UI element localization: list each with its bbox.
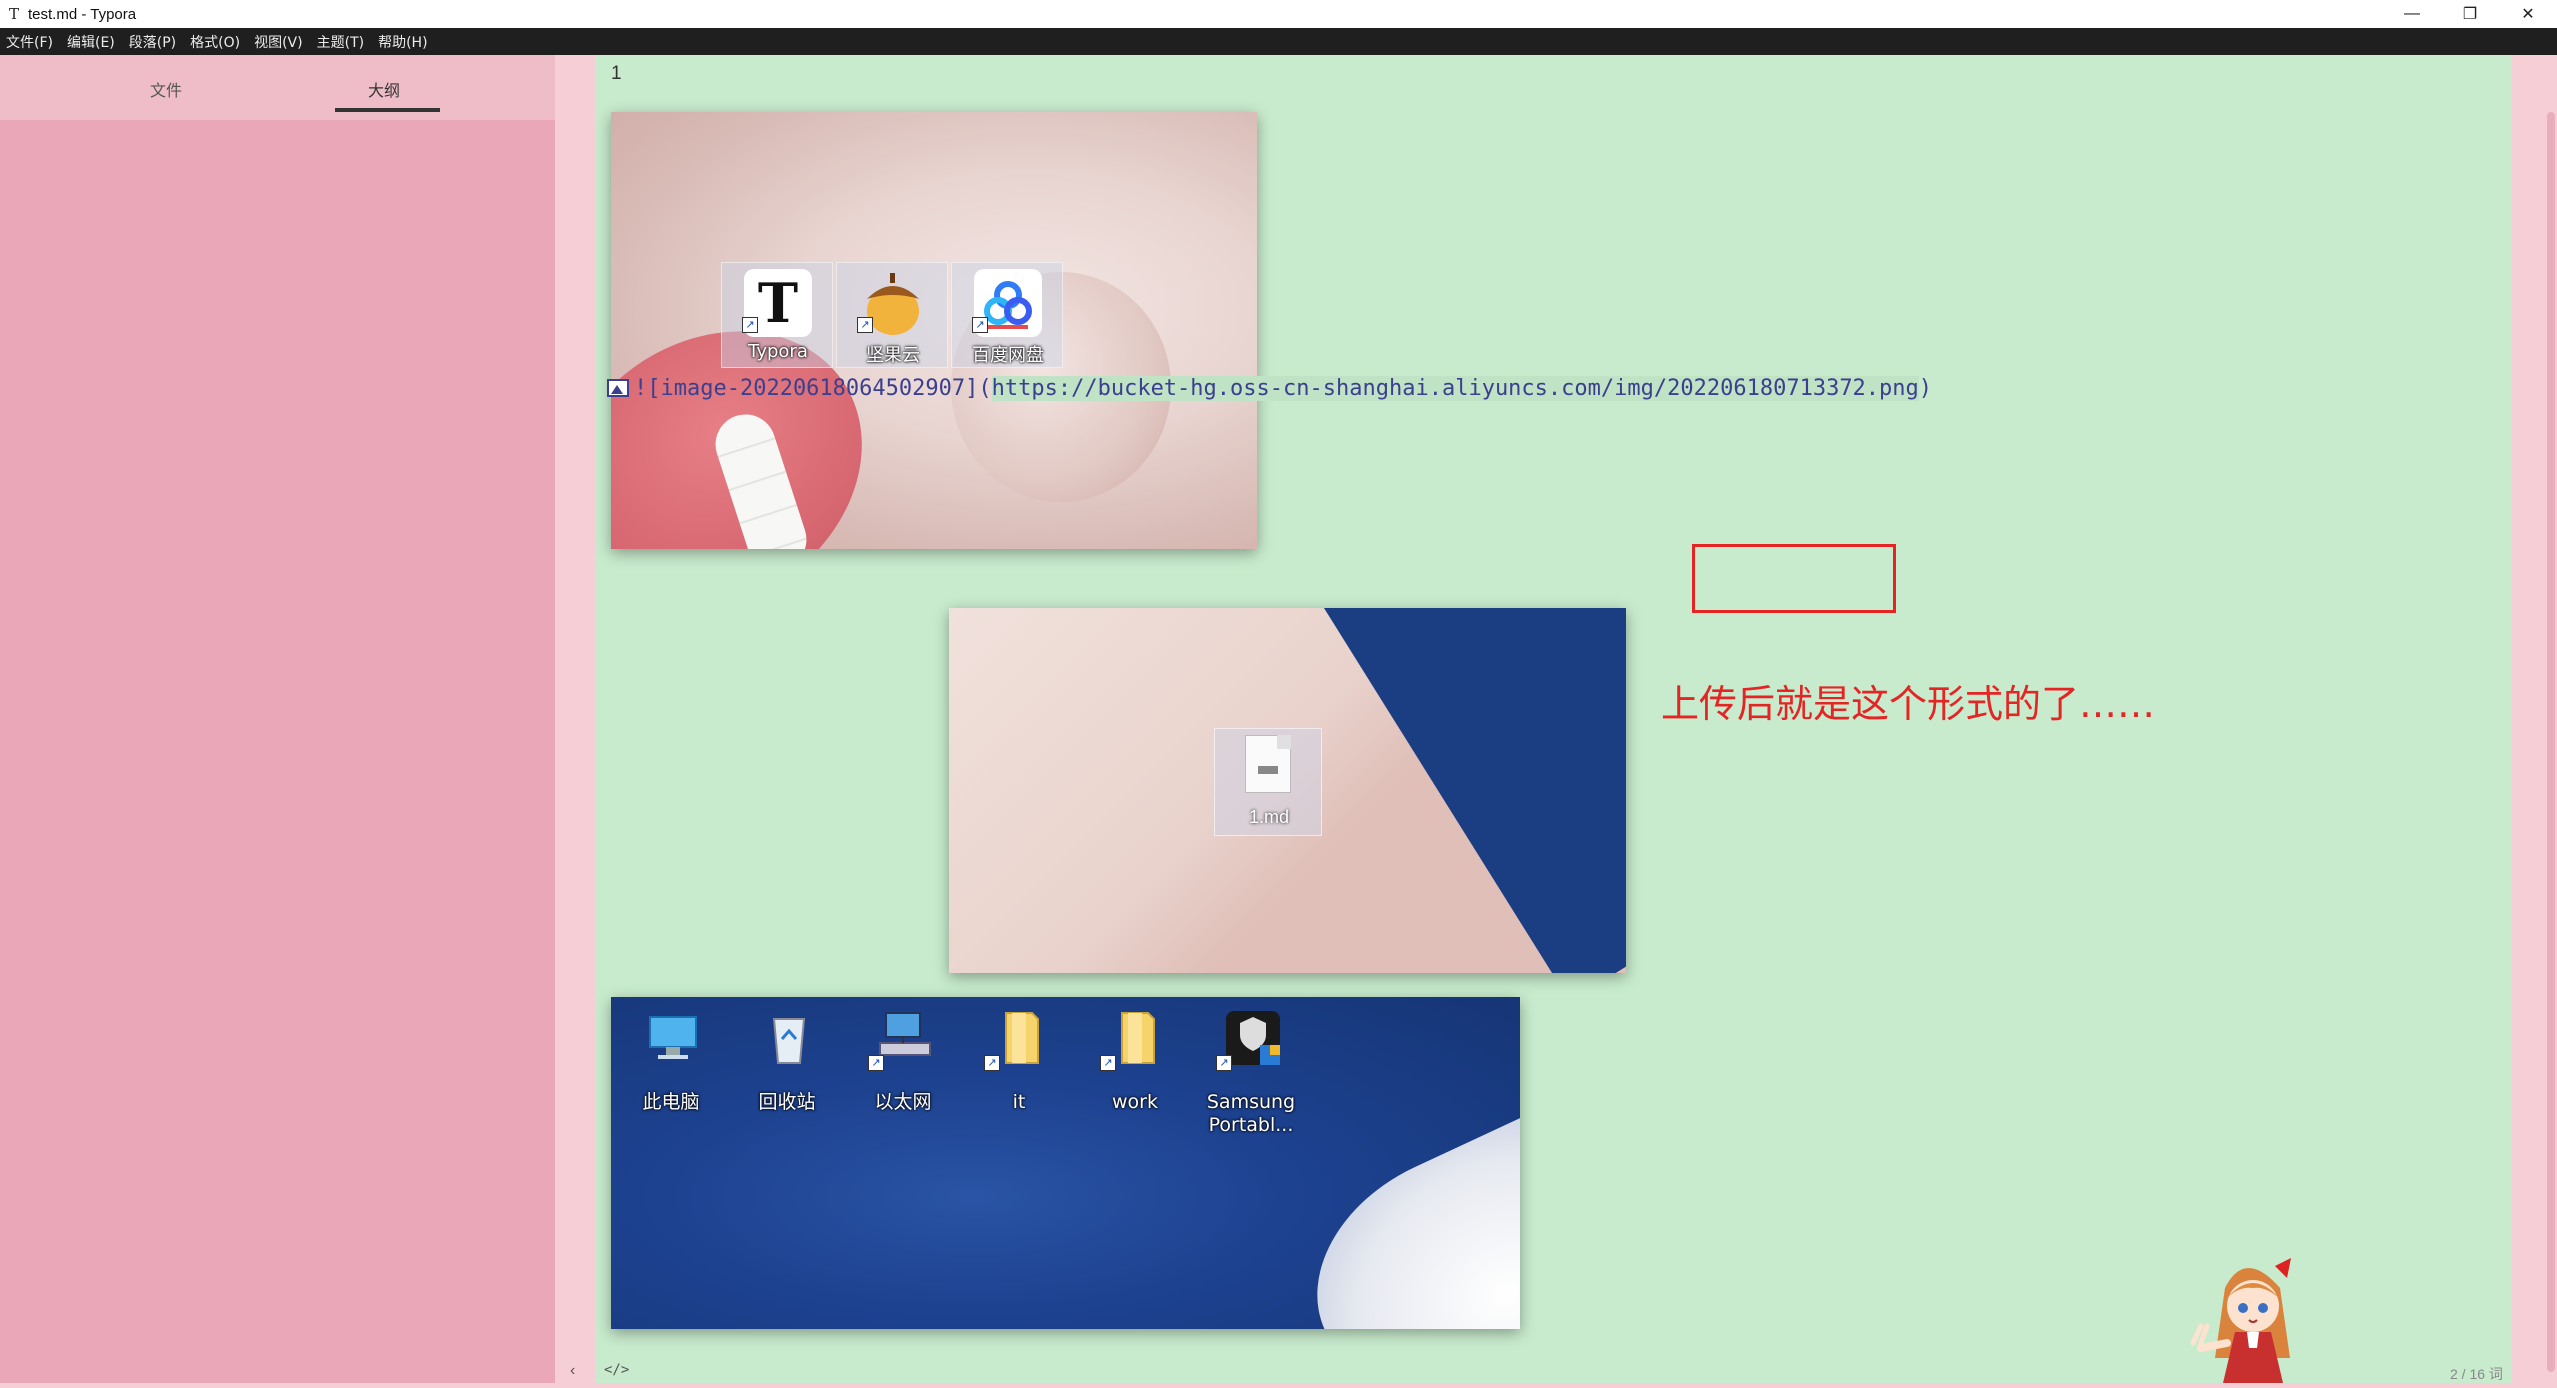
tab-outline[interactable]: 大纲 [368, 77, 400, 101]
minimize-button[interactable]: — [2383, 0, 2441, 28]
desktop-icon-label: 以太网 [874, 1091, 932, 1113]
folder-icon [1108, 1009, 1166, 1067]
shortcut-arrow-icon: ↗ [972, 317, 988, 333]
markdown-image-close[interactable]: ) [1919, 376, 1932, 401]
word-count[interactable]: 2 / 16 词 [2450, 1364, 2503, 1384]
shortcut-arrow-icon: ↗ [857, 317, 873, 333]
desktop-icon-label: it [1012, 1091, 1026, 1113]
desktop-icon-label: Typora [748, 341, 808, 362]
desktop-icon-folder-it: ↗ it [964, 1007, 1074, 1137]
recycle-bin-icon [760, 1009, 818, 1067]
desktop-icon-folder-work: ↗ work [1080, 1007, 1190, 1137]
desktop-icon-label: 百度网盘 [972, 345, 1044, 366]
highlight-box [1692, 544, 1896, 613]
editor-text-line[interactable]: 1 [611, 63, 622, 85]
desktop-icon-label: 回收站 [758, 1091, 816, 1113]
embedded-image-md-file[interactable]: 1.md [949, 608, 1626, 973]
menu-paragraph[interactable]: 段落(P) [129, 32, 176, 52]
desktop-shortcut-nutstore: ↗ 坚果云 [836, 262, 948, 368]
desktop-icon-label: 此电脑 [642, 1091, 700, 1113]
tab-files[interactable]: 文件 [150, 77, 182, 101]
desktop-icon-ethernet: ↗ 以太网 [848, 1007, 958, 1137]
menu-format[interactable]: 格式(O) [190, 32, 240, 52]
shortcut-arrow-icon: ↗ [1216, 1055, 1232, 1071]
source-code-mode-button[interactable]: </> [604, 1362, 629, 1378]
restore-button[interactable]: ❐ [2441, 0, 2499, 28]
shortcut-arrow-icon: ↗ [742, 317, 758, 333]
menu-file[interactable]: 文件(F) [6, 32, 53, 52]
title-bar: T test.md - Typora — ❐ ✕ [0, 0, 2557, 28]
this-pc-icon [644, 1009, 702, 1067]
close-button[interactable]: ✕ [2499, 0, 2557, 28]
desktop-shortcut-typora: T ↗ Typora [721, 262, 833, 368]
annotation-text: 上传后就是这个形式的了…… [1661, 682, 2156, 726]
desktop-icon-label: 坚果云 [866, 345, 920, 366]
window-controls: — ❐ ✕ [2383, 0, 2557, 28]
menu-theme[interactable]: 主题(T) [317, 32, 364, 52]
typora-app-icon: T [8, 5, 19, 23]
markdown-image-source[interactable]: ![image-20220618064502907](https://bucke… [607, 373, 1932, 403]
shortcut-arrow-icon: ↗ [984, 1055, 1000, 1071]
samsung-portable-ssd-icon [1224, 1009, 1282, 1067]
markdown-image-alt[interactable]: ![image-20220618064502907]( [634, 376, 992, 401]
toggle-sidebar-button[interactable]: ‹ [570, 1362, 575, 1380]
ethernet-icon [876, 1009, 934, 1067]
desktop-icon-samsung-portable: ↗ Samsung Portabl... [1196, 1007, 1306, 1137]
desktop-icon-label: work [1112, 1091, 1158, 1113]
anime-mascot-icon [2165, 1248, 2325, 1383]
image-placeholder-icon [607, 379, 629, 397]
menu-edit[interactable]: 编辑(E) [67, 32, 115, 52]
editor-area[interactable]: 1 T ↗ Typora ↗ 坚果云 ↗ 百度网盘 ![image-202206… [595, 55, 2512, 1383]
window-title: test.md - Typora [28, 5, 137, 23]
desktop-icon-label: Samsung Portabl... [1206, 1091, 1296, 1136]
desktop-file-icon: 1.md [1214, 728, 1322, 836]
menu-view[interactable]: 视图(V) [254, 32, 303, 52]
sidebar-divider[interactable] [555, 55, 595, 1383]
markdown-image-url[interactable]: https://bucket-hg.oss-cn-shanghai.aliyun… [991, 375, 1919, 401]
desktop-icon-recycle-bin: 回收站 [732, 1007, 842, 1137]
embedded-image-desktop[interactable]: 此电脑 回收站 ↗ 以太网 ↗ it ↗ work ↗ Samsung Port… [611, 997, 1520, 1329]
menu-bar: 文件(F) 编辑(E) 段落(P) 格式(O) 视图(V) 主题(T) 帮助(H… [0, 28, 2557, 55]
sidebar-tabs: 文件 大纲 [0, 55, 555, 120]
sidebar: 文件 大纲 [0, 55, 555, 1383]
markdown-file-icon [1245, 735, 1291, 793]
vertical-scrollbar[interactable] [2547, 112, 2555, 1372]
folder-icon [992, 1009, 1050, 1067]
embedded-image-desktop-icons[interactable]: T ↗ Typora ↗ 坚果云 ↗ 百度网盘 [611, 112, 1257, 549]
menu-help[interactable]: 帮助(H) [378, 32, 427, 52]
shortcut-arrow-icon: ↗ [868, 1055, 884, 1071]
shortcut-arrow-icon: ↗ [1100, 1055, 1116, 1071]
desktop-icon-this-pc: 此电脑 [616, 1007, 726, 1137]
active-tab-indicator [335, 108, 440, 112]
file-icon-label: 1.md [1248, 807, 1290, 827]
desktop-shortcut-baidu-netdisk: ↗ 百度网盘 [951, 262, 1063, 368]
